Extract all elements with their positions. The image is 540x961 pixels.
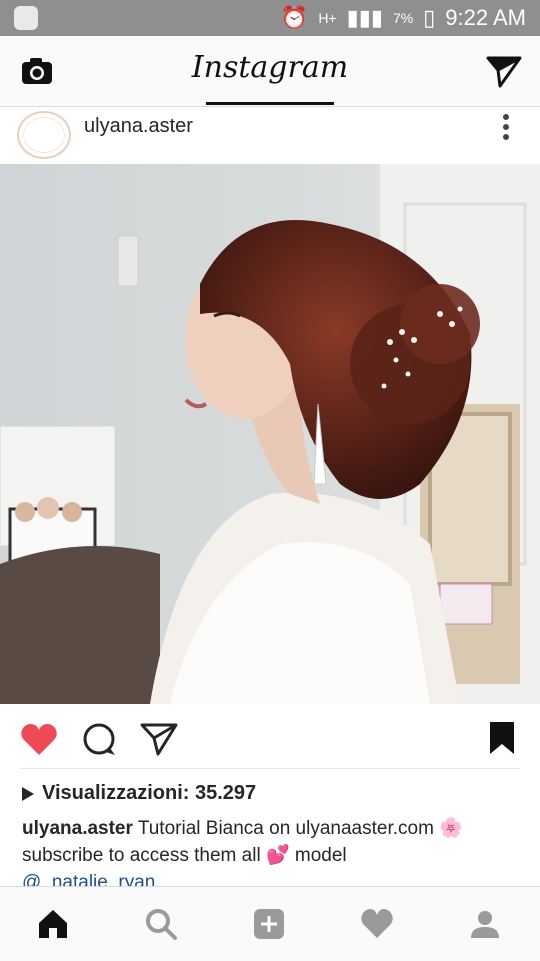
clock: 9:22 AM [445, 5, 526, 30]
divider [20, 768, 520, 769]
bottom-navigation [0, 886, 540, 961]
logo-underline [206, 102, 334, 105]
views-label: Visualizzazioni: 35.297 [42, 782, 257, 804]
profile-icon[interactable] [468, 907, 502, 941]
post-actions [0, 710, 540, 768]
like-heart-icon[interactable] [20, 722, 58, 756]
post-caption: ulyana.aster Tutorial Bianca on ulyanaas… [22, 815, 522, 896]
avatar-logo [23, 117, 65, 153]
share-icon[interactable] [140, 722, 178, 756]
avatar[interactable] [17, 111, 71, 159]
status-bar: ⏰ H+ ▮▮▮ 7% ▯ 9:22 AM [0, 0, 540, 36]
add-icon[interactable] [252, 907, 286, 941]
comment-icon[interactable] [82, 722, 118, 758]
views-count[interactable]: Visualizzazioni: 35.297 [22, 782, 256, 805]
status-indicators: ⏰ H+ ▮▮▮ 7% ▯ 9:22 AM [280, 5, 526, 30]
post-username[interactable]: ulyana.aster [84, 115, 193, 138]
heart-icon[interactable] [360, 907, 394, 941]
signal-icon: ▮▮▮ [346, 5, 383, 30]
notification-app-icon [14, 6, 38, 30]
play-icon [22, 786, 34, 801]
alarm-icon: ⏰ [280, 5, 309, 30]
top-bar: Instagram [0, 36, 540, 107]
battery-icon: ▯ [423, 5, 436, 30]
post-header: ulyana.aster [0, 107, 540, 163]
home-icon[interactable] [36, 907, 70, 941]
search-icon[interactable] [144, 907, 178, 941]
direct-message-icon[interactable] [486, 54, 522, 88]
post-image[interactable] [0, 164, 540, 704]
battery-percent: 7% [392, 10, 414, 26]
instagram-logo: Instagram [191, 50, 349, 85]
caption-username[interactable]: ulyana.aster [22, 818, 133, 839]
network-type: H+ [318, 10, 337, 26]
save-bookmark-icon[interactable] [488, 720, 516, 756]
post-photo-illustration [0, 164, 540, 704]
more-options-icon[interactable] [502, 113, 510, 141]
